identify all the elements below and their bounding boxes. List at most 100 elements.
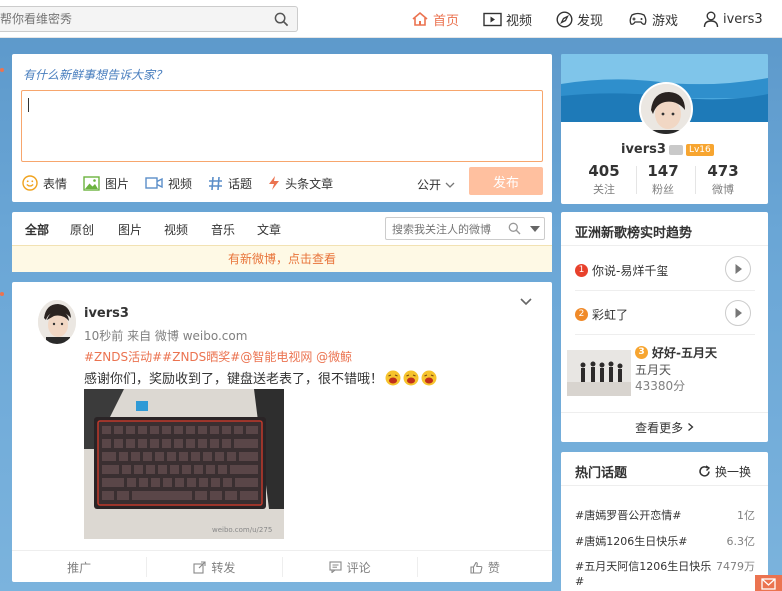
hot-topics-title[interactable]: 热门话题: [575, 462, 627, 481]
song-title: 彩虹了: [592, 308, 629, 322]
post-image-keyboard[interactable]: weibo.com/u/275: [84, 389, 284, 539]
nav-games[interactable]: 游戏: [628, 8, 678, 30]
post-actions: 推广 转发 评论 赞: [12, 550, 552, 582]
divider: [561, 485, 768, 486]
nav-games-label: 游戏: [652, 13, 679, 29]
hot-topic-item[interactable]: #唐嫣1206生日快乐# 6.3亿: [575, 533, 755, 549]
mail-icon: [761, 578, 776, 590]
tool-image-label: 图片: [105, 176, 130, 191]
new-posts-notice[interactable]: 有新微博，点击查看: [12, 245, 552, 272]
tab-music[interactable]: 音乐: [211, 221, 235, 238]
image-watermark: weibo.com/u/275: [212, 526, 272, 534]
chart-more-label: 查看更多: [635, 421, 684, 435]
hot-topic-item[interactable]: #五月天阿信1206生日快乐# 7479万: [575, 559, 755, 589]
level-badge[interactable]: Lv16: [685, 143, 714, 156]
search-icon[interactable]: [274, 12, 289, 27]
stat-posts-label: 微博: [712, 183, 734, 196]
post-topics[interactable]: #ZNDS活动##ZNDS晒奖#@智能电视网 @微鲸: [84, 348, 352, 365]
post-username[interactable]: ivers3: [84, 306, 129, 321]
song-cover-image[interactable]: [567, 350, 631, 396]
divider: [575, 334, 755, 335]
tab-videos[interactable]: 视频: [164, 221, 188, 238]
publisher-tools: 表情 图片 视频 话题 头条文章: [22, 174, 349, 192]
home-icon: [412, 11, 428, 26]
nav-discover[interactable]: 发现: [556, 8, 603, 30]
post-text-content: 感谢你们，奖励收到了，键盘送老表了，很不错哦！: [84, 372, 384, 387]
stat-posts-num: 473: [707, 162, 739, 180]
visibility-select[interactable]: 公开: [417, 176, 456, 193]
tool-article-label: 头条文章: [285, 176, 334, 191]
stat-following[interactable]: 405 关注: [576, 162, 632, 197]
nav-home[interactable]: 首页: [411, 8, 459, 30]
song-item[interactable]: 3 好好-五月天: [635, 344, 717, 361]
laughing-emoji-icon: [385, 370, 401, 385]
hot-topic-item[interactable]: #唐嫣罗晋公开恋情# 1亿: [575, 507, 755, 523]
stat-posts[interactable]: 473 微博: [695, 162, 751, 197]
message-float-button[interactable]: [755, 575, 782, 591]
play-icon: [735, 264, 742, 274]
repost-label: 转发: [211, 560, 236, 575]
nav-video[interactable]: 视频: [483, 8, 532, 30]
play-button[interactable]: [725, 256, 751, 282]
search-icon[interactable]: [508, 222, 521, 235]
like-button[interactable]: 赞: [418, 557, 552, 577]
feed-search-input[interactable]: [392, 221, 504, 237]
song-artist: 五月天: [635, 363, 672, 377]
hot-topic-count: 1亿: [737, 509, 755, 522]
global-search[interactable]: [0, 6, 298, 32]
tool-video[interactable]: 视频: [145, 175, 192, 192]
comment-button[interactable]: 评论: [283, 557, 418, 577]
post-avatar[interactable]: [38, 300, 76, 344]
promote-label: 推广: [67, 560, 92, 575]
text-caret: [28, 98, 29, 112]
hashtag-icon: [209, 176, 223, 190]
profile-name[interactable]: ivers3: [621, 142, 666, 157]
lightning-icon: [269, 176, 280, 190]
hot-topic-title: #五月天阿信1206生日快乐#: [575, 560, 712, 588]
tool-image[interactable]: 图片: [83, 175, 129, 192]
top-navbar: 首页 视频 发现 游戏 ivers3: [0, 0, 782, 38]
refresh-button[interactable]: 换一换: [698, 463, 751, 480]
chevron-right-icon: [687, 423, 694, 431]
caret-down-icon[interactable]: [530, 226, 540, 232]
chevron-down-icon[interactable]: [519, 297, 533, 306]
image-icon: [83, 175, 100, 191]
divider: [575, 290, 755, 291]
post-text: 感谢你们，奖励收到了，键盘送老表了，很不错哦！: [84, 368, 437, 387]
share-icon: [193, 560, 206, 574]
post-meta: 10秒前 来自 微博 weibo.com: [84, 329, 248, 343]
vip-badge-icon[interactable]: [668, 144, 683, 155]
song-item[interactable]: 2 彩虹了: [575, 306, 628, 323]
play-button[interactable]: [725, 300, 751, 326]
tool-article[interactable]: 头条文章: [268, 175, 333, 192]
thumbs-up-icon: [470, 561, 483, 574]
comment-label: 评论: [346, 560, 371, 575]
global-search-input[interactable]: [0, 7, 265, 31]
rank-badge: 2: [575, 308, 588, 321]
music-chart-title[interactable]: 亚洲新歌榜实时趋势: [575, 222, 692, 241]
promote-button[interactable]: 推广: [12, 557, 148, 577]
tab-all[interactable]: 全部: [25, 221, 49, 238]
publish-button[interactable]: 发布: [469, 167, 543, 195]
chart-more-link[interactable]: 查看更多: [561, 412, 768, 442]
tab-images[interactable]: 图片: [118, 221, 142, 238]
tab-original[interactable]: 原创: [70, 221, 94, 238]
profile-card: ivers3 Lv16 405 关注 147 粉丝 473 微博: [561, 54, 768, 204]
stat-fans[interactable]: 147 粉丝: [635, 162, 691, 197]
visibility-label: 公开: [417, 178, 442, 192]
publisher-textarea[interactable]: [21, 90, 543, 162]
song-item[interactable]: 1 你说-易烊千玺: [575, 262, 668, 279]
tool-topic-label: 话题: [228, 176, 253, 191]
hot-topic-count: 6.3亿: [726, 535, 756, 548]
nav-user[interactable]: ivers3: [703, 8, 763, 30]
refresh-label: 换一换: [715, 465, 752, 479]
tool-video-label: 视频: [168, 176, 193, 191]
profile-avatar[interactable]: [639, 82, 693, 136]
feed-search[interactable]: [385, 217, 545, 240]
nav-user-label: ivers3: [723, 11, 763, 27]
repost-button[interactable]: 转发: [147, 557, 283, 577]
tool-emoji[interactable]: 表情: [22, 175, 67, 192]
compass-icon: [556, 10, 573, 28]
tab-articles[interactable]: 文章: [257, 221, 281, 238]
tool-topic[interactable]: 话题: [208, 175, 252, 192]
